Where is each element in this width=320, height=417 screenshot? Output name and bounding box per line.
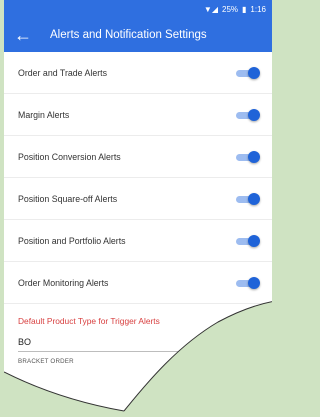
product-type-section: Default Product Type for Trigger Alerts … — [4, 304, 272, 365]
setting-row-position-portfolio[interactable]: Position and Portfolio Alerts — [4, 220, 272, 262]
setting-label: Margin Alerts — [18, 109, 70, 120]
setting-row-position-squareoff[interactable]: Position Square-off Alerts — [4, 178, 272, 220]
setting-row-order-monitoring[interactable]: Order Monitoring Alerts — [4, 262, 272, 304]
toggle-switch[interactable] — [236, 276, 260, 289]
product-type-dropdown[interactable]: BO ⌄ — [18, 332, 258, 352]
dropdown-value: BO — [18, 336, 32, 347]
product-type-description: BRACKET ORDER — [18, 358, 74, 365]
status-bar: ▼◢ 25% ▮ 1:16 — [4, 0, 272, 18]
settings-list: Order and Trade Alerts Margin Alerts Pos… — [4, 52, 272, 304]
setting-label: Order and Trade Alerts — [18, 67, 107, 78]
phone-frame: ▼◢ 25% ▮ 1:16 ← Alerts and Notification … — [4, 0, 272, 417]
toggle-switch[interactable] — [236, 108, 260, 121]
chevron-down-icon: ⌄ — [211, 337, 218, 346]
setting-label: Position Conversion Alerts — [18, 151, 121, 162]
toggle-switch[interactable] — [236, 150, 260, 163]
setting-label: Position Square-off Alerts — [18, 193, 118, 204]
status-time: 1:16 — [250, 4, 266, 14]
toggle-switch[interactable] — [236, 192, 260, 205]
arrow-back-icon[interactable]: ← — [14, 26, 36, 44]
setting-label: Position and Portfolio Alerts — [18, 235, 126, 246]
signal-wifi-icon: ▼◢ — [203, 4, 218, 14]
battery-icon: ▮ — [242, 4, 247, 14]
screen: ▼◢ 25% ▮ 1:16 ← Alerts and Notification … — [4, 0, 272, 417]
setting-row-position-conversion[interactable]: Position Conversion Alerts — [4, 136, 272, 178]
toggle-switch[interactable] — [236, 234, 260, 247]
setting-label: Order Monitoring Alerts — [18, 277, 109, 288]
toggle-switch[interactable] — [236, 66, 260, 79]
battery-percent: 25% — [222, 4, 239, 14]
section-heading: Default Product Type for Trigger Alerts — [18, 316, 160, 326]
page-title: Alerts and Notification Settings — [50, 29, 207, 41]
setting-row-margin[interactable]: Margin Alerts — [4, 94, 272, 136]
app-bar: ← Alerts and Notification Settings — [4, 18, 272, 52]
setting-row-order-trade[interactable]: Order and Trade Alerts — [4, 52, 272, 94]
